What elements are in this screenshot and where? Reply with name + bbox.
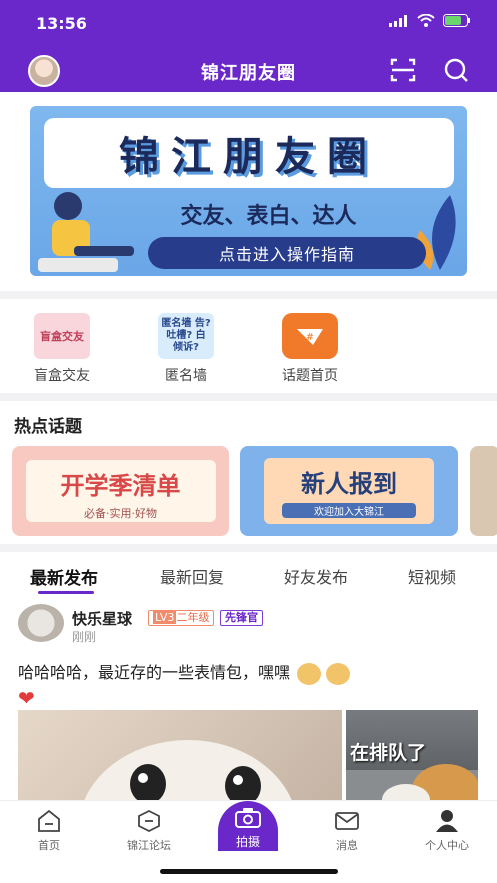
quick-link-blind-box[interactable]: 盲盒交友 盲盒交友 <box>12 313 112 385</box>
post-image[interactable] <box>18 710 342 810</box>
status-time: 13:56 <box>36 14 87 33</box>
doge-emoji-icon <box>326 662 351 685</box>
guide-banner[interactable]: 锦江朋友圈 交友、表白、达人 点击进入操作指南 <box>30 106 467 276</box>
nav-profile[interactable]: 个人中心 <box>407 809 487 853</box>
section-divider <box>0 393 497 401</box>
topic-icon: # <box>282 313 338 359</box>
tab-latest-replies[interactable]: 最新回复 <box>160 564 224 588</box>
signal-icon <box>389 14 407 27</box>
home-indicator <box>160 869 338 874</box>
quick-link-anon-wall[interactable]: 匿名墙 告?吐槽? 白 倾诉? 匿名墙 <box>136 313 236 385</box>
blind-box-icon: 盲盒交友 <box>34 313 90 359</box>
search-icon[interactable] <box>442 56 470 84</box>
tab-active-indicator <box>38 591 94 594</box>
mail-icon <box>335 812 359 830</box>
banner-subtitle: 交友、表白、达人 <box>180 204 357 229</box>
tab-short-video[interactable]: 短视频 <box>408 564 456 588</box>
section-divider <box>0 291 497 299</box>
post-text: 哈哈哈哈，最近存的一些表情包，嘿嘿 ❤ <box>18 659 351 710</box>
forum-icon <box>138 809 160 833</box>
app-title: 锦江朋友圈 <box>201 63 296 84</box>
post-author-avatar[interactable] <box>18 604 64 642</box>
post-time: 刚刚 <box>72 630 97 644</box>
guide-button[interactable]: 点击进入操作指南 <box>148 237 426 269</box>
topic-card[interactable]: 新人报到 欢迎加入大锦江 <box>240 446 458 536</box>
tab-latest-posts[interactable]: 最新发布 <box>30 564 98 589</box>
camera-icon <box>235 808 261 828</box>
quick-link-label: 话题首页 <box>282 368 338 384</box>
section-divider <box>0 544 497 552</box>
quick-link-label: 盲盒交友 <box>34 368 90 384</box>
nav-messages[interactable]: 消息 <box>307 809 387 853</box>
wifi-icon <box>417 14 435 27</box>
battery-icon <box>443 14 470 27</box>
nav-forum[interactable]: 锦江论坛 <box>109 809 189 853</box>
hot-topics-title: 热点话题 <box>14 417 82 437</box>
image-caption: 在排队了 <box>350 742 427 764</box>
anon-wall-icon: 匿名墙 告?吐槽? 白 倾诉? <box>158 313 214 359</box>
topic-card[interactable] <box>470 446 497 536</box>
tab-friend-posts[interactable]: 好友发布 <box>284 564 348 588</box>
topic-card[interactable]: 开学季清单 必备·实用·好物 <box>12 446 229 536</box>
quick-link-topics[interactable]: # 话题首页 <box>260 313 360 385</box>
scan-icon[interactable] <box>389 56 417 84</box>
home-icon <box>38 809 60 832</box>
top-bar: 13:56 锦江朋友圈 <box>0 0 497 92</box>
doge-emoji-icon <box>297 662 322 685</box>
quick-link-label: 匿名墙 <box>165 368 207 384</box>
feed-tabs: 最新发布 最新回复 好友发布 短视频 <box>0 556 497 596</box>
svg-text:#: # <box>306 332 314 343</box>
post-image[interactable]: 在排队了 <box>346 710 478 810</box>
heart-emoji-icon: ❤ <box>18 685 35 710</box>
post-author-name[interactable]: 快乐星球 <box>72 608 132 629</box>
user-icon <box>436 810 458 832</box>
role-badge: 先锋官 <box>220 610 263 626</box>
nav-camera[interactable]: 拍摄 <box>218 801 278 851</box>
nav-home[interactable]: 首页 <box>9 809 89 853</box>
cat-photo-icon <box>80 740 296 810</box>
status-icons <box>389 14 471 27</box>
level-badge: LV3 二年级 <box>148 610 215 626</box>
